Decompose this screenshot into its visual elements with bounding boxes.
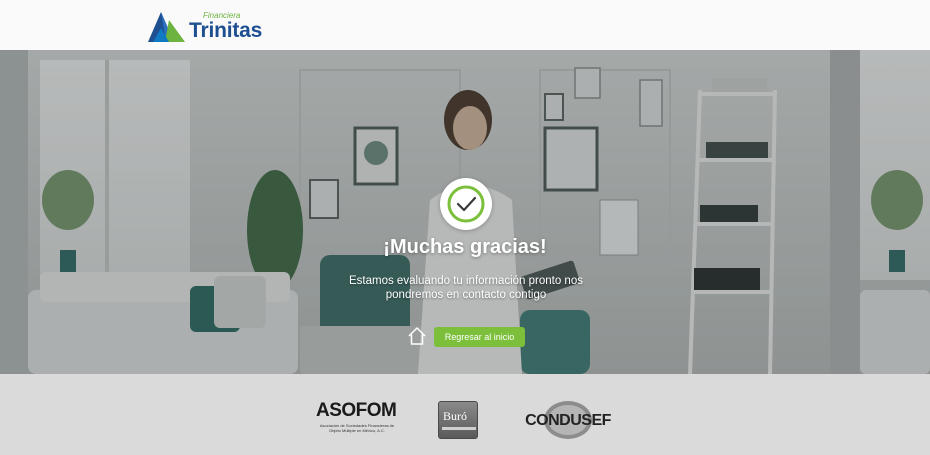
success-badge — [440, 178, 492, 230]
back-to-home-button[interactable]: Regresar al inicio — [434, 327, 525, 347]
check-icon — [447, 185, 485, 223]
asofom-logo: ASOFOM Asociación de Sociedades Financie… — [314, 400, 398, 440]
buro-subline — [442, 427, 476, 430]
hero-title: ¡Muchas gracias! — [383, 236, 547, 258]
brand-logo[interactable]: Financiera Trinitas — [147, 6, 263, 44]
brand-text: Financiera Trinitas — [189, 8, 263, 44]
condusef-name: CONDUSEF — [525, 412, 611, 429]
hero-section: ¡Muchas gracias! Estamos evaluando tu in… — [0, 50, 930, 374]
asofom-name: ASOFOM — [316, 400, 397, 421]
header: Financiera Trinitas — [0, 0, 930, 50]
condusef-logo: CONDUSEF — [516, 400, 620, 440]
buro-name: Buró — [443, 409, 467, 423]
thank-you-page: Financiera Trinitas ¡Muchas gracias! Est… — [0, 0, 930, 455]
footer: ASOFOM Asociación de Sociedades Financie… — [0, 374, 930, 455]
trinitas-logo-icon — [148, 12, 185, 42]
brand-name: Trinitas — [189, 19, 263, 42]
home-icon[interactable] — [407, 326, 427, 346]
hero-message: Estamos evaluando tu información pronto … — [349, 275, 583, 301]
asofom-description: Asociación de Sociedades Financieras de … — [319, 423, 395, 433]
buro-logo: Buró — [438, 401, 478, 439]
